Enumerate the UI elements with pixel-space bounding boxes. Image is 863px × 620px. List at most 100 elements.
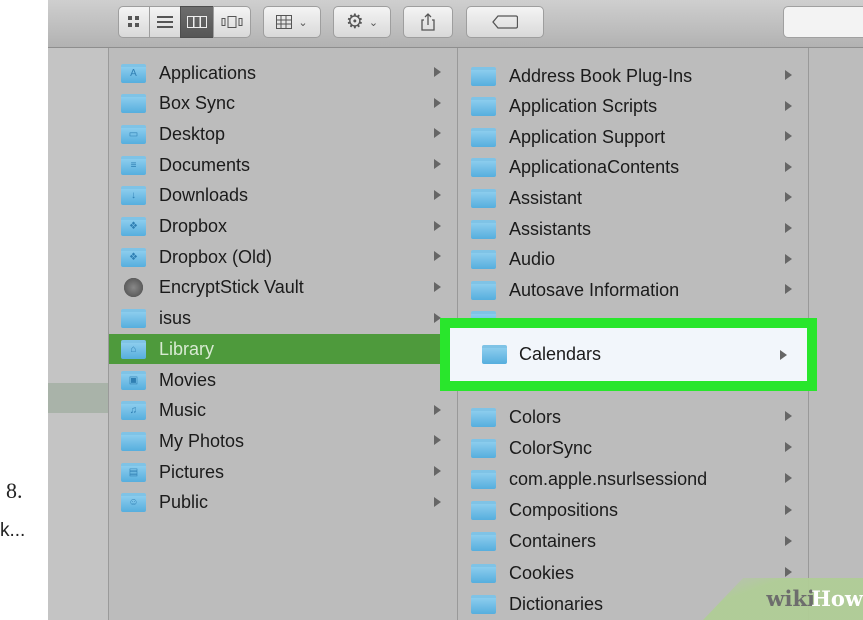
list-item-label: Colors (509, 406, 562, 427)
folder-icon (121, 94, 146, 114)
list-item[interactable]: ⌂ Library (109, 334, 457, 365)
folder-icon (471, 532, 496, 552)
list-item-label: My Photos (159, 430, 245, 451)
folder-icon (471, 469, 496, 489)
chevron-right-icon (434, 404, 441, 415)
list-item-calendars[interactable]: Calendars (460, 338, 797, 371)
list-item[interactable]: A Applications (109, 58, 457, 88)
folder-icon (471, 438, 496, 458)
list-item-label: Address Book Plug-Ins (509, 65, 693, 86)
list-item[interactable]: ↓ Downloads (109, 181, 457, 211)
list-item[interactable]: ❖ Dropbox (109, 212, 457, 242)
chevron-right-icon (434, 466, 441, 477)
list-item-label: EncryptStick Vault (159, 277, 304, 298)
search-field[interactable] (783, 6, 863, 38)
folder-icon (471, 407, 496, 427)
list-item-label: Dropbox (Old) (159, 246, 273, 267)
chevron-right-icon (785, 504, 792, 515)
list-item-label: Dropbox (159, 216, 228, 236)
folder-icon (471, 97, 496, 117)
list-item[interactable]: Containers (459, 527, 808, 557)
chevron-right-icon (785, 535, 792, 546)
cover-flow-button[interactable] (213, 6, 251, 38)
chevron-right-icon (785, 567, 792, 577)
tag-icon (492, 15, 518, 29)
list-item-label: Cookies (509, 562, 575, 583)
chevron-right-icon (785, 131, 792, 142)
watermark-how: How (811, 586, 863, 611)
list-item[interactable]: Audio (459, 245, 808, 275)
list-item[interactable]: ☺ Public (109, 488, 457, 518)
list-item[interactable]: Colors (459, 402, 808, 432)
finder-window: ⌄ ⚙ ⌄ A Applications Box Sync ▭ Desktop ≡ Docu… (48, 0, 863, 620)
action-button[interactable]: ⚙ ⌄ (333, 6, 391, 38)
chevron-right-icon (434, 189, 441, 200)
pictures-folder-icon: ▤ (121, 462, 146, 482)
list-item[interactable]: ❖ Dropbox (Old) (109, 242, 457, 272)
gear-icon: ⚙ (345, 11, 364, 33)
folder-icon (471, 158, 496, 178)
list-item-label: Calendars (519, 344, 602, 364)
movies-folder-icon: ▣ (121, 370, 146, 390)
share-button[interactable] (403, 6, 453, 38)
list-item-label: ApplicationaContents (509, 157, 680, 178)
list-item-label: Library (159, 338, 215, 359)
sidebar-selected-item[interactable] (48, 383, 108, 413)
column-view-button[interactable] (180, 6, 214, 38)
list-item[interactable]: com.apple.nsurlsessiond (459, 464, 808, 494)
chevron-right-icon (434, 281, 441, 292)
chevron-right-icon (434, 67, 441, 77)
chevron-down-icon: ⌄ (298, 16, 308, 29)
documents-folder-icon: ≡ (121, 155, 146, 175)
list-item[interactable]: ColorSync (459, 433, 808, 463)
list-item[interactable]: Application Support (459, 122, 808, 152)
list-item[interactable]: ▭ Desktop (109, 119, 457, 149)
applications-folder-icon: A (121, 63, 146, 83)
list-view-button[interactable] (149, 6, 181, 38)
list-item[interactable]: Application Scripts (459, 92, 808, 122)
folder-icon (471, 127, 496, 147)
chevron-down-icon: ⌄ (368, 16, 379, 29)
list-item[interactable]: ≡ Documents (109, 150, 457, 180)
sidebar (48, 48, 109, 620)
list-item[interactable]: ApplicationaContents (459, 153, 808, 183)
list-item[interactable]: ▣ Movies (109, 365, 457, 395)
list-item[interactable]: Autosave Information (459, 275, 808, 305)
list-item-label: Assistant (509, 187, 583, 208)
music-folder-icon: ♫ (121, 401, 146, 421)
list-item[interactable]: ♫ Music (109, 396, 457, 426)
list-item[interactable]: Assistant (459, 183, 808, 213)
list-item-label: isus (159, 308, 192, 329)
list-item[interactable]: Box Sync (109, 89, 457, 119)
tags-button[interactable] (466, 6, 544, 38)
folder-icon (471, 188, 496, 208)
folder-icon (471, 280, 496, 300)
dropbox-folder-icon: ❖ (121, 217, 146, 236)
desktop-folder-icon: ▭ (121, 124, 146, 144)
list-item[interactable]: isus (109, 304, 457, 334)
list-item[interactable]: Assistants (459, 214, 808, 244)
list-item-label: Autosave Information (509, 279, 680, 300)
chevron-right-icon (434, 220, 441, 231)
list-item[interactable]: EncryptStick Vault (109, 273, 457, 303)
chevron-right-icon (434, 97, 441, 108)
chevron-right-icon (434, 496, 441, 507)
list-item-label: com.apple.nsurlsessiond (509, 468, 708, 489)
downloads-folder-icon: ↓ (121, 186, 146, 206)
list-item[interactable]: ▤ Pictures (109, 457, 457, 487)
folder-icon (471, 219, 496, 239)
list-item-label: Application Support (509, 126, 666, 147)
watermark-wiki: wiki (766, 586, 815, 611)
arrange-button[interactable]: ⌄ (263, 6, 321, 38)
icon-view-button[interactable] (118, 6, 150, 38)
list-item[interactable]: My Photos (109, 426, 457, 456)
list-item[interactable]: Address Book Plug-Ins (459, 61, 808, 91)
list-item-label: Music (159, 400, 207, 421)
vault-icon (121, 278, 146, 298)
folder-icon (471, 501, 496, 521)
list-item[interactable]: Compositions (459, 496, 808, 526)
chevron-right-icon (785, 284, 792, 295)
chevron-right-icon (785, 100, 792, 111)
step-number: 8. (6, 478, 23, 503)
folder-icon (121, 309, 146, 329)
